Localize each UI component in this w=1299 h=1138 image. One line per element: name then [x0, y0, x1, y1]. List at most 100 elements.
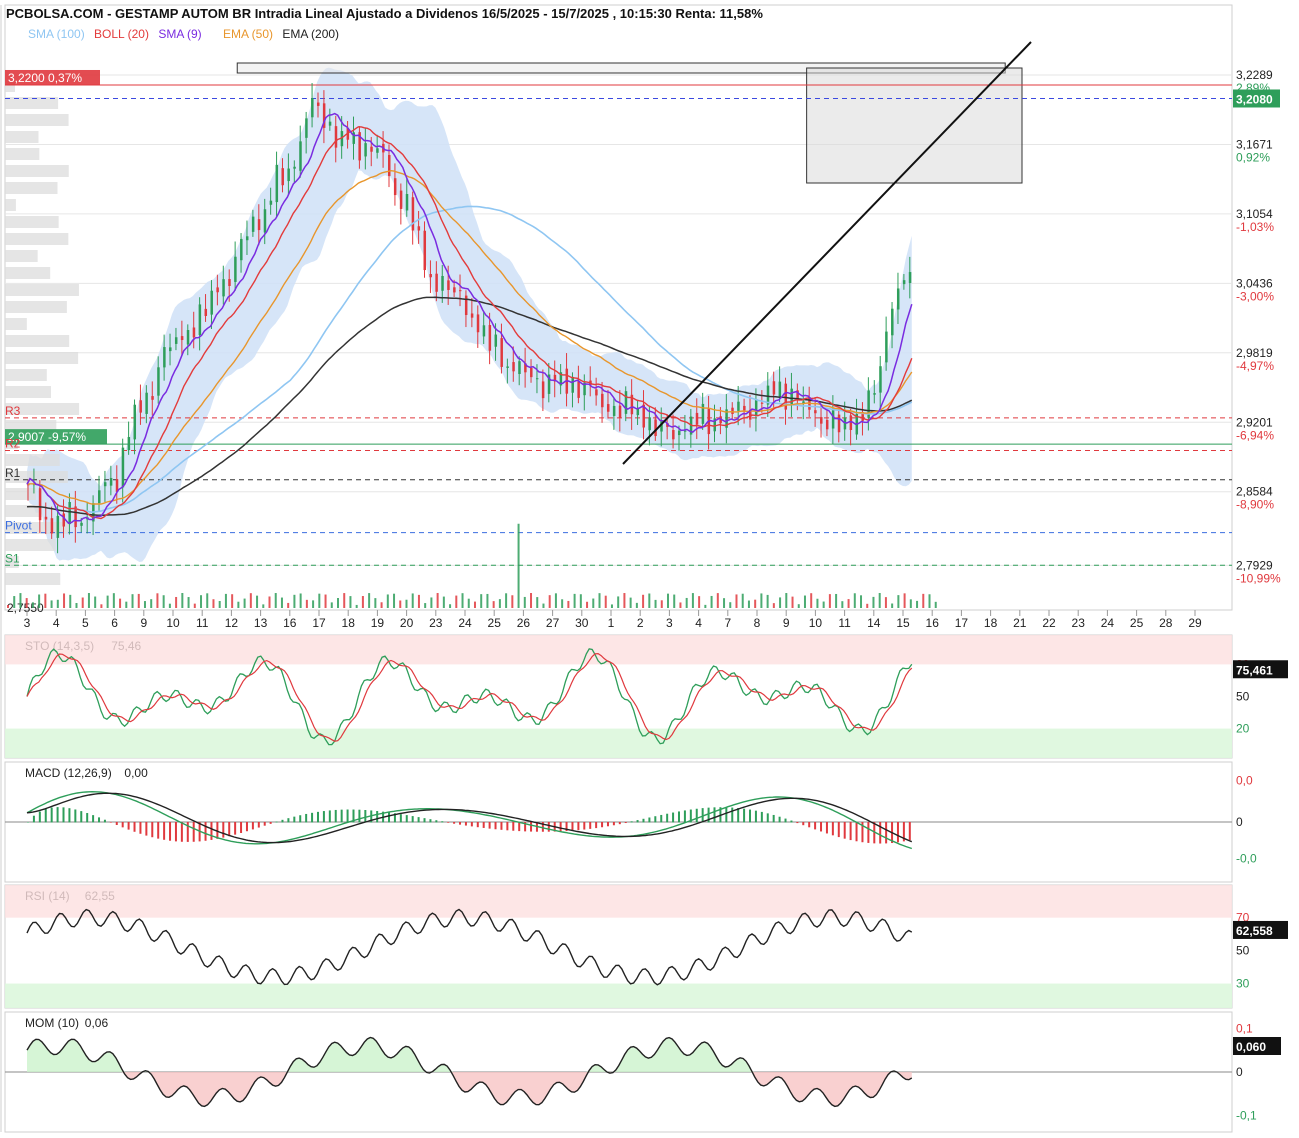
volume-bar [473, 601, 476, 608]
candle-body [145, 392, 148, 414]
candle-body [263, 209, 267, 233]
volume-bar [262, 604, 265, 608]
volume-bar [735, 594, 738, 608]
volume-bar [187, 597, 190, 608]
candle-body [127, 437, 131, 451]
y-tick-label: 2,7929 [1236, 558, 1273, 572]
macd-hist-bar [571, 822, 574, 831]
candle-body [399, 190, 403, 209]
volume-bar [629, 597, 632, 608]
volume-bar [449, 604, 452, 608]
candle-body [601, 393, 604, 408]
volume-profile-bar [5, 539, 56, 551]
macd-hist-bar [68, 808, 71, 823]
volume-bar [666, 593, 669, 608]
volume-bar [866, 603, 869, 608]
volume-bar [399, 600, 402, 608]
volume-bar [299, 593, 302, 608]
candle-body [316, 102, 320, 106]
candle-body [180, 336, 184, 341]
volume-profile-bar [5, 284, 79, 296]
volume-bar [405, 599, 408, 608]
candle-body [731, 407, 734, 414]
volume-bar [231, 594, 234, 608]
x-tick-label: 29 [1188, 616, 1202, 630]
volume-bar [386, 594, 389, 608]
volume-bar [785, 593, 788, 608]
candle-body [891, 308, 894, 336]
macd-hist-bar [411, 816, 414, 823]
candle-body [186, 330, 190, 345]
macd-hist-bar [660, 814, 663, 823]
volume-profile-bar [5, 199, 16, 211]
candle-body [56, 515, 60, 538]
volume-bar [754, 599, 757, 608]
macd-hist-bar [417, 817, 420, 823]
macd-hist-bar [299, 815, 302, 823]
y-tick-label: 3,0436 [1236, 276, 1273, 290]
x-tick-label: 23 [1072, 616, 1086, 630]
volume-bar [797, 604, 800, 608]
bollinger-band [27, 67, 912, 562]
candle-body [334, 126, 338, 148]
macd-hist-bar [494, 822, 497, 830]
candle-body [228, 279, 231, 286]
macd-hist-bar [263, 822, 266, 826]
volume-bar [355, 604, 358, 608]
volume-bar [324, 594, 327, 608]
volume-bar [25, 598, 28, 608]
macd-hist-bar [169, 822, 172, 841]
volume-bar [56, 599, 59, 608]
x-tick-label: 26 [517, 616, 531, 630]
x-tick-label: 24 [458, 616, 472, 630]
macd-hist-bar [234, 822, 237, 835]
macd-hist-bar [80, 811, 83, 823]
candle-body [677, 430, 681, 436]
macd-hist-bar [896, 822, 899, 843]
candle-body [879, 366, 882, 393]
candle-body [506, 366, 509, 368]
candle-body [494, 334, 498, 347]
candle-body [376, 148, 379, 153]
x-tick-label: 20 [400, 616, 414, 630]
volume-bar [293, 594, 296, 608]
macd-hist-bar [405, 815, 408, 823]
candle-body [234, 256, 237, 282]
candle-body [287, 168, 290, 182]
macd-hist-bar [808, 822, 811, 828]
candle-body [216, 287, 219, 293]
candle-body [50, 518, 54, 534]
x-tick-label: 21 [1013, 616, 1027, 630]
macd-hist-bar [441, 821, 444, 823]
x-tick-label: 1 [608, 616, 615, 630]
macd-hist-bar [506, 822, 509, 831]
mom-positive-area [27, 1037, 912, 1072]
volume-bar [853, 593, 856, 608]
macd-hist-bar [802, 822, 805, 826]
y-tick-label: 3,2289 [1236, 68, 1273, 82]
volume-bar [660, 600, 663, 608]
macd-hist-bar [316, 811, 319, 823]
candle-body [157, 367, 160, 396]
candle-body [825, 419, 829, 430]
macd-hist-bar [376, 810, 379, 823]
candle-body [299, 141, 302, 171]
rsi-tick-50: 50 [1236, 944, 1250, 958]
volume-bar [430, 597, 433, 608]
volume-bar [19, 593, 22, 608]
volume-profile-bar [5, 250, 38, 262]
sto-current-tag: 75,461 [1236, 663, 1273, 677]
volume-bar [224, 593, 227, 608]
candle-body [423, 230, 427, 271]
candle-body [672, 430, 675, 440]
candle-body [837, 414, 841, 433]
candle-body [328, 121, 332, 126]
y-tick-pct: -4,97% [1236, 359, 1274, 373]
volume-bar [878, 593, 881, 608]
candle-body [577, 381, 580, 398]
volume-bar [193, 603, 196, 608]
volume-bar [467, 598, 470, 608]
volume-bar [579, 594, 582, 608]
level-label: Pivot [5, 519, 32, 533]
volume-bar [131, 594, 134, 608]
